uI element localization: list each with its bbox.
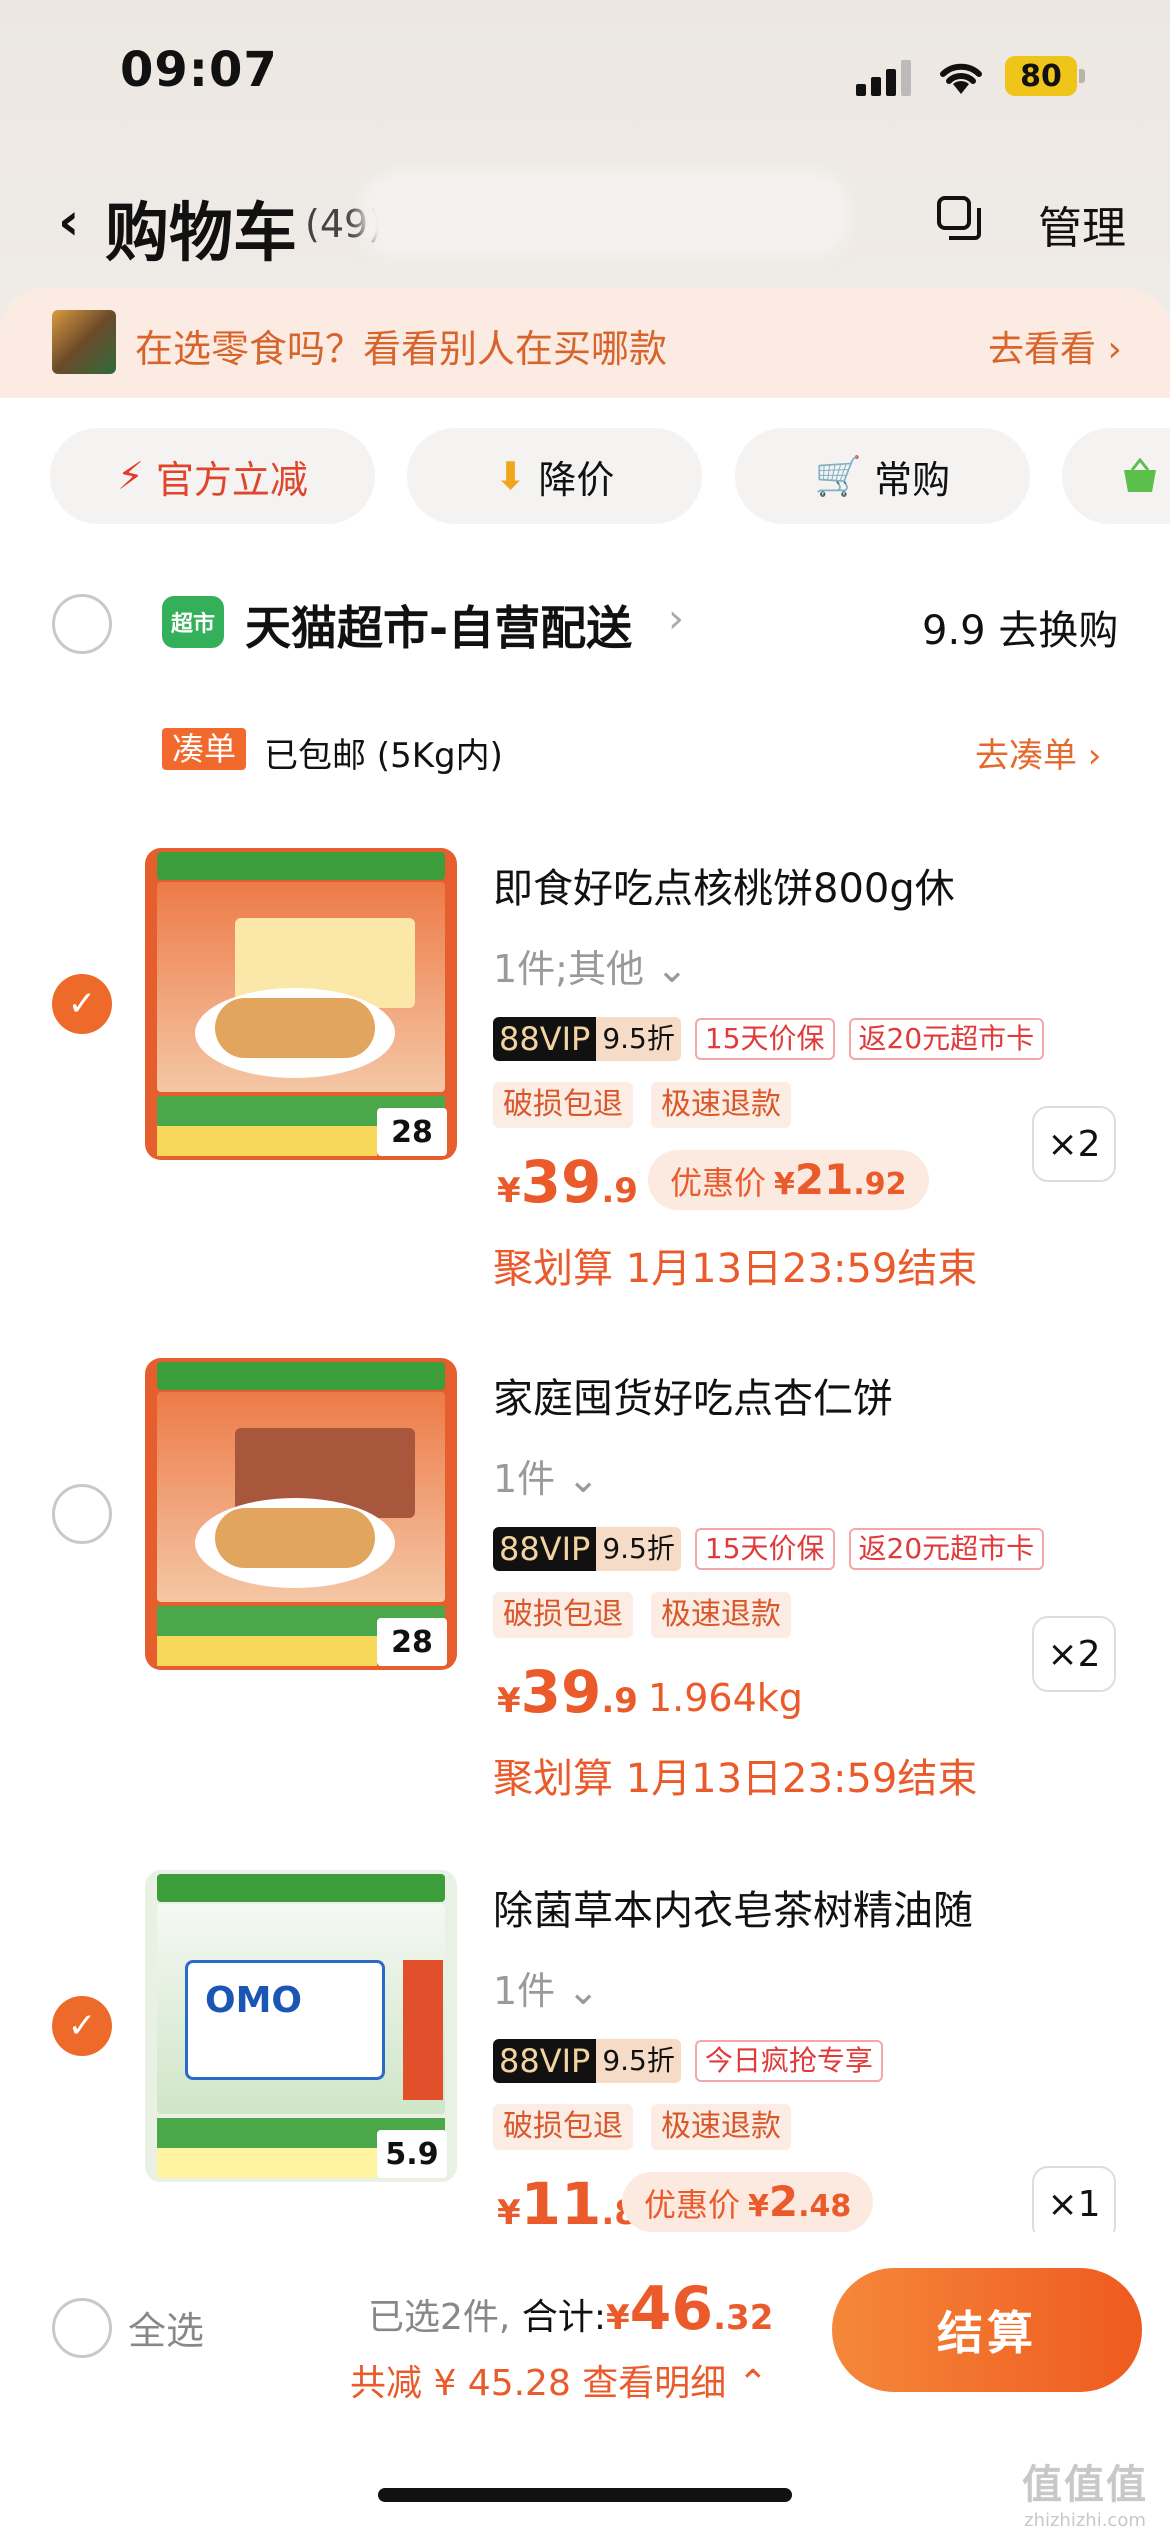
total-amount: 46: [629, 2274, 714, 2344]
wifi-icon: [940, 63, 982, 94]
product-name[interactable]: 除菌草本内衣皂茶树精油随: [493, 1878, 973, 1936]
discount-price-pill[interactable]: 优惠价 ¥21.92: [648, 1150, 929, 1210]
suggestion-text: 在选零食吗？看看别人在买哪款: [135, 327, 668, 371]
tmall-supermarket-badge: 超市: [162, 596, 224, 648]
cart-item: ✓ 28 即食好吃点核桃饼800g休 1件;其他 ⌄ 88VIP 9.5折 15…: [0, 848, 1170, 1348]
promo-tags: 88VIP 9.5折 15天价保 返20元超市卡: [493, 1526, 1058, 1572]
checkout-bar: 全选 已选2件, 合计:¥46.32 共减 ¥ 45.28 查看明细 ⌃ 结算 …: [0, 2232, 1170, 2532]
cart-item: 28 家庭囤货好吃点杏仁饼 1件 ⌄ 88VIP 9.5折 15天价保 返20元…: [0, 1358, 1170, 1858]
quantity-button[interactable]: ×2: [1032, 1616, 1116, 1692]
item-checkbox[interactable]: [52, 1484, 112, 1544]
battery-icon: 80: [1005, 56, 1085, 96]
discount-price-pill[interactable]: 优惠价 ¥2.48: [622, 2172, 874, 2232]
cart-sheet: ⚡ 官方立减 ⬇ 降价 🛒 常购 超市 天猫超市-自营配送 › 9.9 去换购 …: [0, 398, 1170, 2238]
manage-button[interactable]: 管理: [1038, 192, 1126, 256]
home-indicator: [378, 2488, 792, 2502]
cart-header: ‹ 购物车 (49) 管理: [0, 170, 1170, 271]
cart-item: ✓ OMO 5.9 除菌草本内衣皂茶树精油随 1件 ⌄ 88VIP 9.5折 今…: [0, 1870, 1170, 2238]
cashback-tag: 返20元超市卡: [848, 1018, 1045, 1060]
vip-badge: 88VIP 9.5折: [493, 2039, 681, 2083]
item-weight: 1.964kg: [648, 1676, 803, 1720]
promo-tags: 88VIP 9.5折 15天价保 返20元超市卡: [493, 1016, 1058, 1062]
service-tags: 破损包退 极速退款: [493, 1592, 809, 1638]
sku-selector[interactable]: 1件 ⌄: [493, 1960, 599, 2015]
chevron-right-icon[interactable]: ›: [668, 596, 684, 642]
checkout-button[interactable]: 结算: [832, 2268, 1142, 2392]
snack-thumbnail: [52, 310, 116, 374]
price-down-icon: ⬇: [494, 454, 527, 498]
status-bar: 09:07 80: [0, 0, 1170, 150]
chip-label: 常购: [874, 457, 951, 502]
page-title: 购物车: [105, 197, 297, 271]
cashback-tag: 返20元超市卡: [848, 1528, 1045, 1570]
service-tags: 破损包退 极速退款: [493, 1082, 809, 1128]
select-all-label[interactable]: 全选: [128, 2300, 204, 2355]
store-exchange-promo[interactable]: 9.9 去换购: [922, 598, 1118, 656]
item-checkbox-checked[interactable]: ✓: [52, 1996, 112, 2056]
battery-level: 80: [1005, 56, 1077, 96]
savings-detail-link[interactable]: 共减 ¥ 45.28 查看明细 ⌃: [350, 2354, 768, 2406]
item-price: ¥39.9: [497, 1148, 638, 1216]
product-image[interactable]: OMO 5.9: [145, 1870, 457, 2182]
brand-logo: OMO: [205, 1980, 303, 2021]
chip-label: 降价: [538, 457, 615, 502]
combine-order-link[interactable]: 去凑单 ›: [975, 728, 1101, 777]
back-icon[interactable]: ‹: [58, 192, 79, 252]
chip-official-discount[interactable]: ⚡ 官方立减: [50, 428, 375, 524]
lightning-icon: ⚡: [117, 454, 144, 498]
product-image[interactable]: 28: [145, 848, 457, 1160]
filter-chips: ⚡ 官方立减 ⬇ 降价 🛒 常购: [0, 428, 1170, 528]
service-tags: 破损包退 极速退款: [493, 2104, 809, 2150]
item-price: ¥11.8: [497, 2170, 638, 2238]
status-time: 09:07: [120, 42, 278, 98]
deal-deadline: 聚划算 1月13日23:59结束: [493, 1246, 978, 1292]
select-all-checkbox[interactable]: [52, 2298, 112, 2358]
price-protect-tag: 15天价保: [694, 1528, 835, 1570]
chip-price-drop[interactable]: ⬇ 降价: [407, 428, 702, 524]
chip-label: 官方立减: [155, 457, 308, 502]
sku-selector[interactable]: 1件 ⌄: [493, 1448, 599, 1503]
sku-selector[interactable]: 1件;其他 ⌄: [493, 938, 688, 993]
copy-list-icon[interactable]: [935, 194, 983, 242]
flash-sale-tag: 今日疯抢专享: [694, 2040, 883, 2082]
vip-badge: 88VIP 9.5折: [493, 1527, 681, 1571]
thumb-price: 28: [377, 1618, 447, 1666]
cart-icon: 🛒: [814, 453, 863, 498]
chip-frequent[interactable]: 🛒 常购: [735, 428, 1030, 524]
price-protect-tag: 15天价保: [694, 1018, 835, 1060]
signal-icon: [856, 60, 916, 96]
product-image[interactable]: 28: [145, 1358, 457, 1670]
combine-order-tag: 凑单: [162, 728, 247, 770]
view-suggestion-link[interactable]: 去看看 ›: [988, 320, 1122, 372]
store-select-checkbox[interactable]: [52, 594, 112, 654]
item-checkbox-checked[interactable]: ✓: [52, 974, 112, 1034]
vip-badge: 88VIP 9.5折: [493, 1017, 681, 1061]
deal-deadline: 聚划算 1月13日23:59结束: [493, 1756, 978, 1802]
product-name[interactable]: 即食好吃点核桃饼800g休: [493, 856, 955, 914]
item-price: ¥39.9: [497, 1658, 638, 1726]
product-name[interactable]: 家庭囤货好吃点杏仁饼: [493, 1366, 893, 1424]
store-name[interactable]: 天猫超市-自营配送: [245, 592, 632, 658]
quantity-button[interactable]: ×2: [1032, 1106, 1116, 1182]
total-summary: 已选2件, 合计:¥46.32: [368, 2274, 774, 2344]
promo-tags: 88VIP 9.5折 今日疯抢专享: [493, 2038, 897, 2084]
quantity-button[interactable]: ×1: [1032, 2166, 1116, 2238]
watermark: 值值值 zhizhizhi.com: [1022, 2462, 1148, 2531]
free-shipping-text: 已包邮 (5Kg内): [264, 736, 503, 776]
thumb-price: 28: [377, 1108, 447, 1156]
basket-icon: [1124, 458, 1156, 492]
thumb-price: 5.9: [377, 2130, 447, 2178]
snack-suggestion-bar[interactable]: 在选零食吗？看看别人在买哪款 去看看 ›: [0, 288, 1170, 398]
redacted-area: [360, 170, 850, 258]
chip-basket[interactable]: [1062, 428, 1170, 524]
